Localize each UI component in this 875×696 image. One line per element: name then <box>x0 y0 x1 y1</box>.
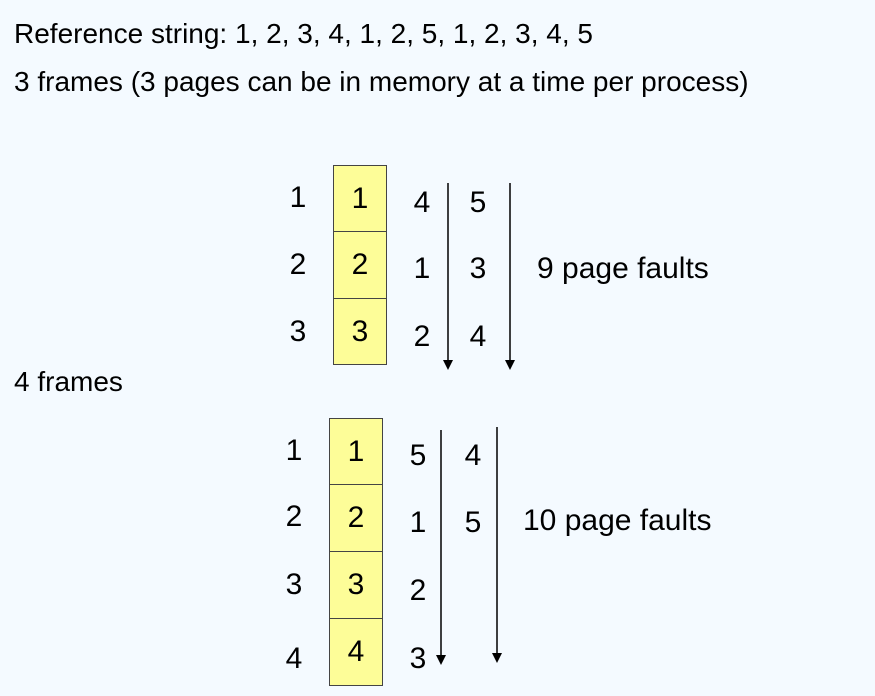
down-arrow-icon <box>443 183 453 370</box>
time-arrows <box>436 183 515 665</box>
down-arrow-icon <box>492 427 502 663</box>
down-arrow-icon <box>505 183 515 370</box>
down-arrow-icon <box>436 430 446 665</box>
